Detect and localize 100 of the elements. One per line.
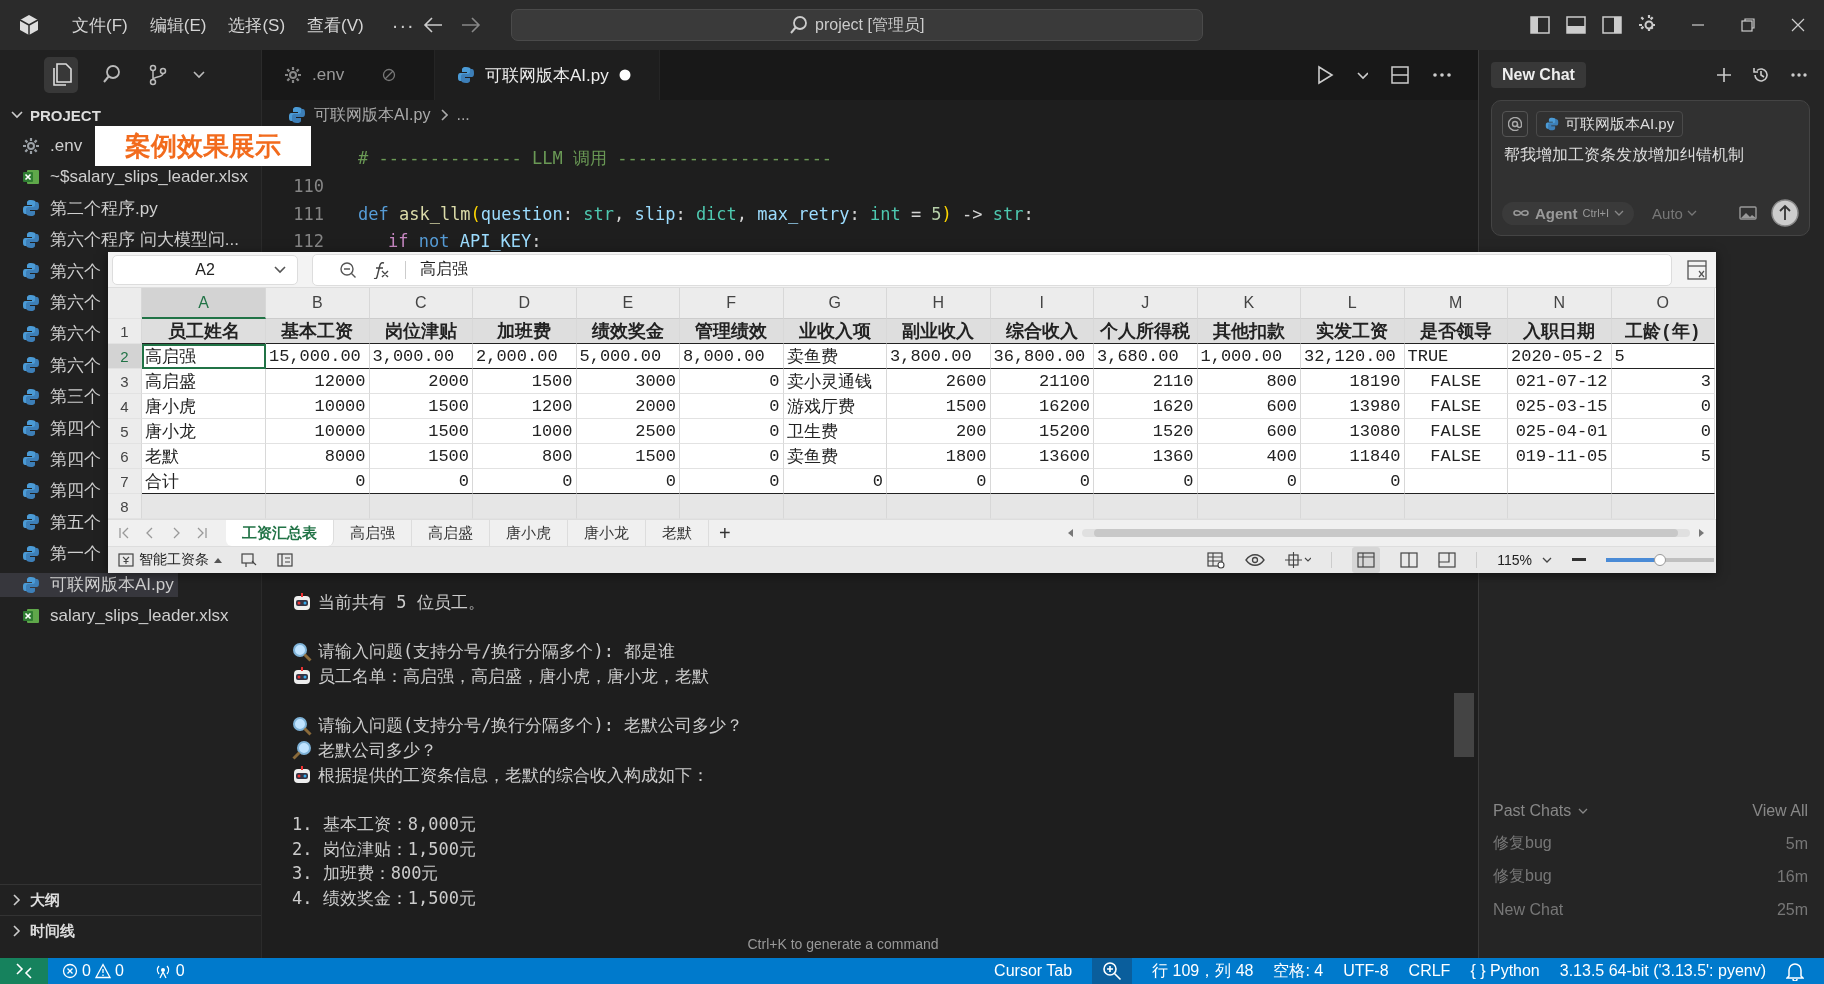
zoom-out-icon[interactable]: [1572, 558, 1586, 562]
table-cell[interactable]: 8,000.00: [680, 344, 784, 369]
chat-input-box[interactable]: 可联网版本AI.py 帮我增加工资条发放增加纠错机制 Agent Ctrl+I Auto: [1491, 100, 1810, 236]
zoom-button[interactable]: [1092, 958, 1133, 984]
table-cell[interactable]: 高启强: [142, 344, 266, 369]
table-cell[interactable]: 唐小龙: [142, 419, 266, 444]
restore-icon[interactable]: [1740, 17, 1756, 33]
status-item[interactable]: 3.13.5 64-bit ('3.13.5': pyenv): [1559, 962, 1766, 980]
table-cell[interactable]: 8000: [266, 444, 370, 469]
header-cell[interactable]: 岗位津贴: [369, 319, 473, 344]
table-cell[interactable]: 1,000.00: [1197, 344, 1301, 369]
table-cell[interactable]: FALSE: [1404, 394, 1508, 419]
row-header[interactable]: 4: [108, 394, 142, 419]
run-icon[interactable]: [1316, 65, 1334, 85]
split-editor-icon[interactable]: [1390, 65, 1410, 85]
table-cell[interactable]: 16200: [990, 394, 1094, 419]
header-cell[interactable]: 加班费: [473, 319, 577, 344]
table-cell[interactable]: 600: [1197, 419, 1301, 444]
status-item[interactable]: Cursor Tab: [994, 962, 1073, 980]
breadcrumb-item[interactable]: ...: [456, 106, 470, 124]
header-cell[interactable]: 综合收入: [990, 319, 1094, 344]
files-icon[interactable]: [44, 57, 78, 93]
table-cell[interactable]: 1500: [369, 444, 473, 469]
table-cell[interactable]: TRUE: [1404, 344, 1508, 369]
table-cell[interactable]: 13600: [990, 444, 1094, 469]
table-cell[interactable]: [266, 494, 370, 519]
table-cell[interactable]: 1000: [473, 419, 577, 444]
table-cell[interactable]: 15,000.00: [266, 344, 370, 369]
file-item[interactable]: 第四个: [0, 447, 105, 472]
file-item[interactable]: salary_slips_leader.xlsx: [0, 604, 233, 629]
name-box[interactable]: A2: [112, 254, 298, 285]
view-all-link[interactable]: View All: [1752, 801, 1808, 820]
table-cell[interactable]: 唐小虎: [142, 394, 266, 419]
header-cell[interactable]: 工龄(年): [1611, 319, 1715, 344]
formula-field[interactable]: 高启强: [312, 253, 1672, 286]
close-icon[interactable]: [382, 68, 397, 82]
header-cell[interactable]: 入职日期: [1508, 319, 1612, 344]
table-cell[interactable]: [1301, 494, 1405, 519]
table-cell[interactable]: [783, 494, 887, 519]
table-cell[interactable]: 1500: [576, 444, 680, 469]
header-cell[interactable]: 其他扣款: [1197, 319, 1301, 344]
row-header[interactable]: 3: [108, 369, 142, 394]
secondary-sidebar-icon[interactable]: [1602, 15, 1622, 35]
table-cell[interactable]: 2000: [576, 394, 680, 419]
table-cell[interactable]: [887, 494, 991, 519]
table-cell[interactable]: 0: [680, 444, 784, 469]
table-cell[interactable]: 800: [473, 444, 577, 469]
chat-input[interactable]: 帮我增加工资条发放增加纠错机制: [1502, 143, 1799, 183]
table-cell[interactable]: 0: [680, 369, 784, 394]
more-icon[interactable]: [1432, 72, 1452, 78]
scrollbar-thumb[interactable]: [1454, 693, 1474, 757]
table-cell[interactable]: 1800: [887, 444, 991, 469]
bell-icon[interactable]: [1786, 961, 1804, 981]
back-arrow-icon[interactable]: [422, 16, 443, 34]
row-header[interactable]: 1: [108, 319, 142, 344]
file-item[interactable]: 第四个: [0, 478, 105, 503]
panel-toggle-icon[interactable]: [1566, 15, 1586, 35]
section-header[interactable]: 时间线: [0, 915, 261, 946]
column-header[interactable]: J: [1094, 288, 1198, 319]
table-cell[interactable]: 019-11-05: [1508, 444, 1612, 469]
breadcrumb-item[interactable]: 可联网版本AI.py: [314, 104, 431, 126]
table-cell[interactable]: 36,800.00: [990, 344, 1094, 369]
more-icon[interactable]: [1790, 72, 1808, 78]
row-header[interactable]: 5: [108, 419, 142, 444]
header-cell[interactable]: 基本工资: [266, 319, 370, 344]
status-item[interactable]: CRLF: [1408, 962, 1451, 980]
header-cell[interactable]: 管理绩效: [680, 319, 784, 344]
normal-view-icon[interactable]: [1352, 547, 1381, 573]
scroll-right-icon[interactable]: [1698, 528, 1706, 538]
page-layout-icon[interactable]: [1400, 552, 1419, 568]
table-cell[interactable]: 12000: [266, 369, 370, 394]
column-header[interactable]: H: [887, 288, 991, 319]
row-header[interactable]: 6: [108, 444, 142, 469]
column-header[interactable]: O: [1611, 288, 1715, 319]
table-cell[interactable]: FALSE: [1404, 444, 1508, 469]
table-cell[interactable]: 5,000.00: [576, 344, 680, 369]
history-icon[interactable]: [1752, 66, 1770, 84]
column-header[interactable]: D: [473, 288, 577, 319]
file-item[interactable]: 第四个: [0, 416, 105, 441]
table-cell[interactable]: 1360: [1094, 444, 1198, 469]
table-cell[interactable]: 2600: [887, 369, 991, 394]
table-cell[interactable]: 600: [1197, 394, 1301, 419]
table-cell[interactable]: [473, 494, 577, 519]
more-menu[interactable]: ···: [383, 13, 423, 37]
table-cell[interactable]: 2020-05-2: [1508, 344, 1612, 369]
table-cell[interactable]: 游戏厅费: [783, 394, 887, 419]
table-cell[interactable]: [1404, 494, 1508, 519]
status-item[interactable]: UTF-8: [1343, 962, 1389, 980]
table-cell[interactable]: 025-03-15: [1508, 394, 1612, 419]
table-cell[interactable]: 400: [1197, 444, 1301, 469]
table-cell[interactable]: 1620: [1094, 394, 1198, 419]
file-item[interactable]: 可联网版本AI.py: [0, 572, 178, 597]
table-cell[interactable]: 13080: [1301, 419, 1405, 444]
header-cell[interactable]: 副业收入: [887, 319, 991, 344]
file-item[interactable]: ~$salary_slips_leader.xlsx: [0, 165, 252, 190]
close-icon[interactable]: [1790, 17, 1806, 33]
chat-tab[interactable]: New Chat: [1491, 62, 1586, 88]
file-item[interactable]: 第三个: [0, 384, 105, 409]
table-cell[interactable]: 11840: [1301, 444, 1405, 469]
column-header[interactable]: N: [1508, 288, 1612, 319]
